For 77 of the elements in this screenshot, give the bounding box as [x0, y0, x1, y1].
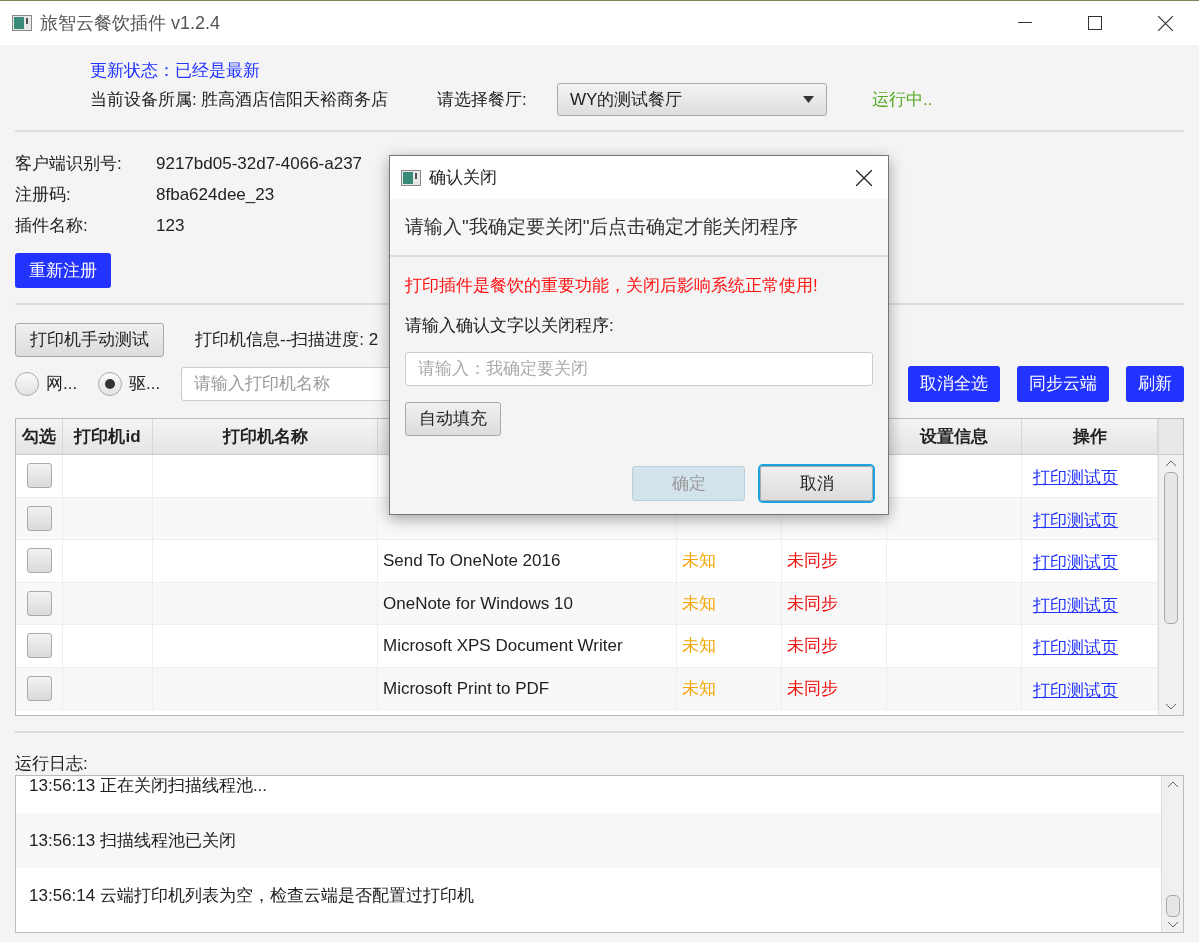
scroll-up-icon[interactable] — [1166, 781, 1179, 788]
run-status: 运行中.. — [872, 88, 933, 111]
cancel-button[interactable]: 取消 — [760, 466, 873, 501]
maximize-icon[interactable] — [1088, 16, 1102, 30]
row-checkbox[interactable] — [26, 548, 52, 574]
printer-name: Send To OneNote 2016 — [383, 550, 561, 572]
app-icon — [401, 169, 421, 186]
update-status: 更新状态：已经是最新 — [90, 60, 261, 82]
dialog-title: 确认关闭 — [429, 166, 497, 189]
print-test-link[interactable]: 打印测试页 — [1033, 673, 1118, 703]
window-title: 旅智云餐饮插件 v1.2.4 — [40, 11, 221, 35]
printer-name: OneNote for Windows 10 — [383, 592, 573, 615]
row-checkbox[interactable] — [26, 675, 52, 701]
log-label: 运行日志: — [15, 753, 89, 775]
printer-status: 未知 — [682, 592, 716, 615]
restaurant-label: 请选择餐厅: — [437, 88, 528, 111]
row-checkbox[interactable] — [26, 505, 52, 531]
radio-button[interactable] — [15, 372, 39, 396]
info-label: 客户端识别号: — [15, 152, 123, 175]
manual-test-button[interactable]: 打印机手动测试 — [15, 323, 164, 357]
autofill-button[interactable]: 自动填充 — [405, 402, 501, 436]
print-test-link[interactable]: 打印测试页 — [1033, 546, 1118, 576]
log-line: 13:56:14 云端打印机列表为空，检查云端是否配置过打印机 — [29, 884, 474, 907]
log-line: 13:56:13 扫描线程池已关闭 — [29, 829, 236, 852]
prompt-text: 请输入确认文字以关闭程序: — [405, 314, 615, 337]
column-header: 打印机id — [74, 425, 141, 448]
sync-status: 未同步 — [787, 635, 838, 657]
column-header: 勾选 — [22, 425, 56, 448]
row-checkbox[interactable] — [26, 463, 52, 489]
print-test-link[interactable]: 打印测试页 — [1033, 461, 1118, 491]
toolbar-button[interactable]: 刷新 — [1126, 366, 1184, 402]
print-test-link[interactable]: 打印测试页 — [1033, 503, 1118, 533]
sync-status: 未同步 — [787, 677, 838, 700]
print-test-link[interactable]: 打印测试页 — [1033, 631, 1118, 661]
print-test-link[interactable]: 打印测试页 — [1033, 588, 1118, 618]
device-owner: 当前设备所属: 胜高酒店信阳天裕商务店 — [90, 88, 390, 111]
warning-text: 打印插件是餐饮的重要功能，关闭后影响系统正常使用! — [405, 275, 819, 297]
column-header: 打印机名称 — [222, 425, 308, 448]
radio-label: 驱... — [129, 373, 161, 396]
close-icon[interactable] — [1158, 15, 1173, 31]
column-header: 设置信息 — [920, 425, 988, 448]
restaurant-select[interactable]: WY的测试餐厅 — [557, 83, 827, 116]
close-icon[interactable] — [856, 169, 872, 186]
reregister-button[interactable]: 重新注册 — [15, 253, 111, 288]
toolbar-button[interactable]: 取消全选 — [908, 366, 1000, 402]
log-line: 13:56:13 正在关闭扫描线程池... — [29, 776, 268, 797]
column-header: 操作 — [1072, 425, 1107, 448]
scroll-down-icon[interactable] — [1166, 921, 1179, 928]
info-value: 8fba624dee_23 — [156, 183, 275, 206]
info-value: 123 — [156, 214, 185, 237]
info-value: 9217bd05-32d7-4066-a237 — [156, 152, 363, 175]
printer-name: Microsoft XPS Document Writer — [383, 635, 623, 657]
sync-status: 未同步 — [787, 550, 838, 572]
printer-name: Microsoft Print to PDF — [383, 677, 550, 700]
row-checkbox[interactable] — [26, 590, 52, 616]
row-checkbox[interactable] — [26, 633, 52, 659]
scroll-thumb[interactable] — [1165, 895, 1180, 917]
radio-label: 网... — [46, 373, 78, 396]
scan-info: 打印机信息--扫描进度: 2 — [195, 329, 379, 352]
info-label: 注册码: — [15, 183, 72, 206]
toolbar-button[interactable]: 同步云端 — [1017, 366, 1109, 402]
sync-status: 未同步 — [787, 592, 838, 615]
printer-status: 未知 — [682, 550, 716, 572]
minimize-icon[interactable] — [1018, 22, 1032, 24]
confirm-input[interactable]: 请输入：我确定要关闭 — [405, 352, 873, 386]
scroll-down-icon[interactable] — [1165, 703, 1177, 710]
printer-status: 未知 — [682, 635, 716, 657]
info-label: 插件名称: — [15, 214, 89, 237]
scrollbar[interactable] — [1161, 776, 1183, 932]
dropdown-icon — [803, 96, 814, 103]
dialog-heading: 请输入"我确定要关闭"后点击确定才能关闭程序 — [405, 214, 799, 239]
scroll-up-icon[interactable] — [1165, 460, 1177, 467]
radio-button[interactable] — [98, 372, 122, 396]
scrollbar[interactable] — [1158, 419, 1183, 715]
scroll-thumb[interactable] — [1164, 472, 1178, 624]
app-icon — [12, 15, 32, 31]
printer-status: 未知 — [682, 677, 716, 700]
